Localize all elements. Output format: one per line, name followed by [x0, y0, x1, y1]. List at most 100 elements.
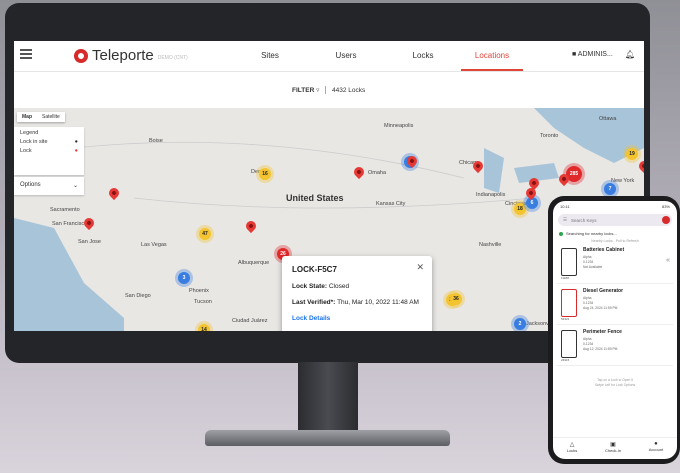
monitor-stand-neck [298, 362, 358, 434]
nav-locks[interactable]: Locks [403, 41, 443, 71]
monitor-stand-base [205, 430, 450, 446]
cluster-marker[interactable]: 16 [259, 168, 271, 180]
check-in-icon: ▣ [610, 442, 616, 448]
city-label: Las Vegas [141, 242, 167, 248]
status-battery: 83% [661, 204, 670, 209]
filter-control[interactable]: FILTER ▿ 4432 Locks [292, 86, 366, 95]
city-label: New York [611, 178, 635, 184]
lock-name: Perimeter Fence [583, 329, 622, 335]
lock-meta: Alpha 0-1234 Aug 24, 2024 11:59 PM [583, 296, 618, 310]
usage-hint: Tap on a Lock to Open it Swipe Left for L… [594, 378, 636, 387]
map-legend: Legend Lock in site ● Lock ● [14, 127, 84, 175]
city-label: San Diego [125, 293, 151, 299]
legend-title: Legend [20, 130, 39, 136]
nearby-header: Nearby Locks - Pull to Refresh [591, 239, 639, 243]
tab-check-in[interactable]: ▣ Check-In [605, 441, 621, 459]
options-label: Options [20, 182, 41, 188]
status-bar: 10:11 83% [553, 201, 677, 212]
city-label: Nashville [479, 242, 502, 248]
tab-account[interactable]: ● Account [649, 441, 663, 459]
mobile-app-screen: 10:11 83% ☰ Search Keys Searching for ne… [553, 201, 677, 459]
map-type-satellite[interactable]: Satellite [37, 112, 65, 122]
lock-code: 24915 [561, 358, 570, 362]
lock-count: 4432 Locks [331, 87, 366, 94]
cluster-marker[interactable]: 7 [604, 183, 616, 195]
filter-funnel-icon: ▿ [316, 87, 320, 94]
options-dropdown[interactable]: Options ⌄ [14, 177, 84, 195]
padlock-icon [561, 289, 577, 317]
app-subtitle: DEMO (CNT) [157, 55, 188, 61]
city-label: Ottawa [599, 116, 617, 122]
filter-label: FILTER [292, 87, 315, 94]
avatar[interactable] [662, 216, 670, 224]
padlock-icon [561, 330, 577, 358]
lock-meta: Alpha 0-1234 Aug 12, 2024 11:59 PM [583, 337, 618, 351]
lock-code: 54321 [561, 317, 570, 321]
close-icon[interactable]: ✕ [416, 262, 424, 273]
city-label: Sacramento [50, 207, 80, 213]
city-label: Omaha [368, 170, 387, 176]
city-label: Kansas City [376, 201, 406, 207]
last-verified-row: Last Verified*: Thu, Mar 10, 2022 11:48 … [292, 299, 419, 306]
lock-code: 11188 [561, 276, 569, 280]
city-label: Boise [149, 138, 163, 144]
user-menu[interactable]: ■ ADMINIS... [572, 51, 613, 58]
app-name: Teleporte [92, 47, 154, 64]
cluster-marker[interactable]: 19 [626, 148, 638, 160]
legend-item-lock: Lock ● [20, 148, 78, 154]
lock-name: Diesel Generator [583, 288, 624, 294]
cluster-marker[interactable]: 3 [178, 272, 190, 284]
city-label: Toronto [540, 133, 559, 139]
lock-details-link[interactable]: Lock Details [292, 315, 422, 322]
lock-id: LOCK-F5C7 [292, 265, 337, 274]
city-label: Minneapolis [384, 123, 414, 129]
bell-icon[interactable]: 🔔︎ [625, 50, 635, 59]
tab-locks[interactable]: △ Locks [567, 441, 577, 459]
city-label: Ciudad Juárez [232, 318, 268, 324]
menu-icon[interactable] [20, 49, 32, 59]
scanning-status: Searching for nearby locks... [553, 228, 677, 236]
status-time: 10:11 [560, 204, 570, 209]
top-navbar: Teleporte DEMO (CNT) Sites Users Locks L… [14, 41, 644, 72]
cluster-marker[interactable]: 47 [199, 228, 211, 240]
lock-state-row: Lock State: Closed [292, 283, 350, 290]
app-logo[interactable]: Teleporte DEMO (CNT) [74, 47, 188, 64]
city-label: Indianapolis [476, 192, 506, 198]
city-label: Albuquerque [238, 260, 270, 266]
map-type-map[interactable]: Map [17, 112, 37, 122]
lock-name: Batteries Cabinet [583, 247, 625, 253]
menu-icon[interactable]: ☰ [563, 217, 567, 223]
lock-meta: Alpha 0-1234 Not Available [583, 255, 603, 269]
lock-card[interactable]: 11188 Batteries Cabinet Alpha 0-1234 Not A… [557, 245, 673, 284]
nav-sites[interactable]: Sites [250, 41, 290, 71]
country-label: United States [286, 193, 344, 203]
search-placeholder: Search Keys [571, 217, 597, 223]
lock-icon: △ [569, 442, 575, 448]
cluster-marker[interactable]: 14 [198, 324, 210, 331]
status-dot-icon [559, 231, 563, 236]
divider [325, 86, 327, 95]
lock-card[interactable]: 24915 Perimeter Fence Alpha 0-1234 Aug 12,… [557, 327, 673, 366]
nav-users[interactable]: Users [326, 41, 366, 71]
cluster-marker[interactable]: 36 [450, 293, 462, 305]
filter-bar: FILTER ▿ 4432 Locks [14, 72, 644, 108]
cluster-marker[interactable]: 2 [514, 318, 526, 330]
city-label: San Francisco [52, 221, 88, 227]
logo-icon [74, 48, 88, 63]
city-label: Tucson [194, 299, 212, 305]
lock-card[interactable]: 54321 Diesel Generator Alpha 0-1234 Aug 24… [557, 286, 673, 325]
search-input[interactable]: ☰ Search Keys [558, 214, 672, 226]
cluster-marker[interactable]: 18 [514, 203, 526, 215]
lock-info-popup: ✕ LOCK-F5C7 Lock State: Closed Last Veri… [282, 256, 432, 331]
chevron-down-icon: ⌄ [72, 183, 78, 189]
city-label: San Jose [78, 239, 101, 245]
cabinet-icon [561, 248, 577, 276]
legend-item-site: Lock in site ● [20, 139, 78, 145]
city-label: Phoenix [189, 288, 209, 294]
bottom-tab-bar: △ Locks ▣ Check-In ● Account [553, 437, 677, 459]
user-name: ADMINIS... [577, 51, 613, 58]
map-type-toggle[interactable]: Map Satellite [17, 112, 65, 122]
mobile-phone: 10:11 83% ☰ Search Keys Searching for ne… [548, 196, 680, 464]
nav-locations[interactable]: Locations [461, 41, 523, 71]
chevrons-left-icon[interactable]: « [666, 257, 670, 264]
